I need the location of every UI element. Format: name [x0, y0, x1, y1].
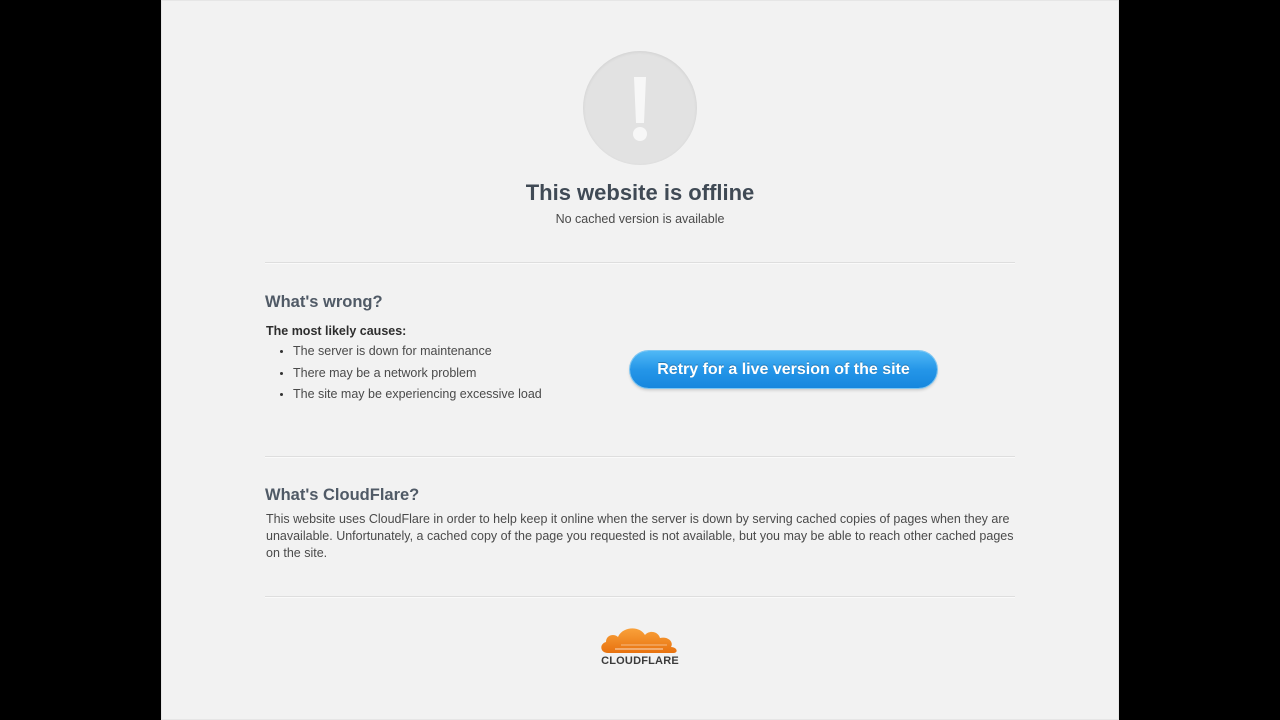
list-item: There may be a network problem: [293, 365, 543, 382]
exclamation-icon: [583, 51, 697, 165]
list-item: The server is down for maintenance: [293, 343, 543, 360]
offline-page: This website is offline No cached versio…: [161, 0, 1119, 720]
divider: [265, 262, 1015, 263]
cloudflare-description: This website uses CloudFlare in order to…: [266, 512, 1014, 560]
page-title: This website is offline: [525, 180, 755, 205]
retry-button[interactable]: Retry for a live version of the site: [630, 351, 937, 388]
whats-cloudflare-heading: What's CloudFlare?: [265, 486, 420, 504]
causes-heading: The most likely causes:: [266, 324, 407, 338]
causes-list: The server is down for maintenance There…: [279, 343, 543, 408]
whats-wrong-heading: What's wrong?: [265, 293, 383, 311]
page-subtitle: No cached version is available: [555, 212, 725, 226]
cloudflare-logo: CLOUDFLARE: [591, 623, 689, 669]
divider: [265, 456, 1015, 457]
cloudflare-cloud-icon: [601, 628, 677, 653]
list-item: The site may be experiencing excessive l…: [293, 386, 543, 403]
cloudflare-wordmark: CLOUDFLARE: [601, 655, 679, 667]
divider: [265, 596, 1015, 597]
